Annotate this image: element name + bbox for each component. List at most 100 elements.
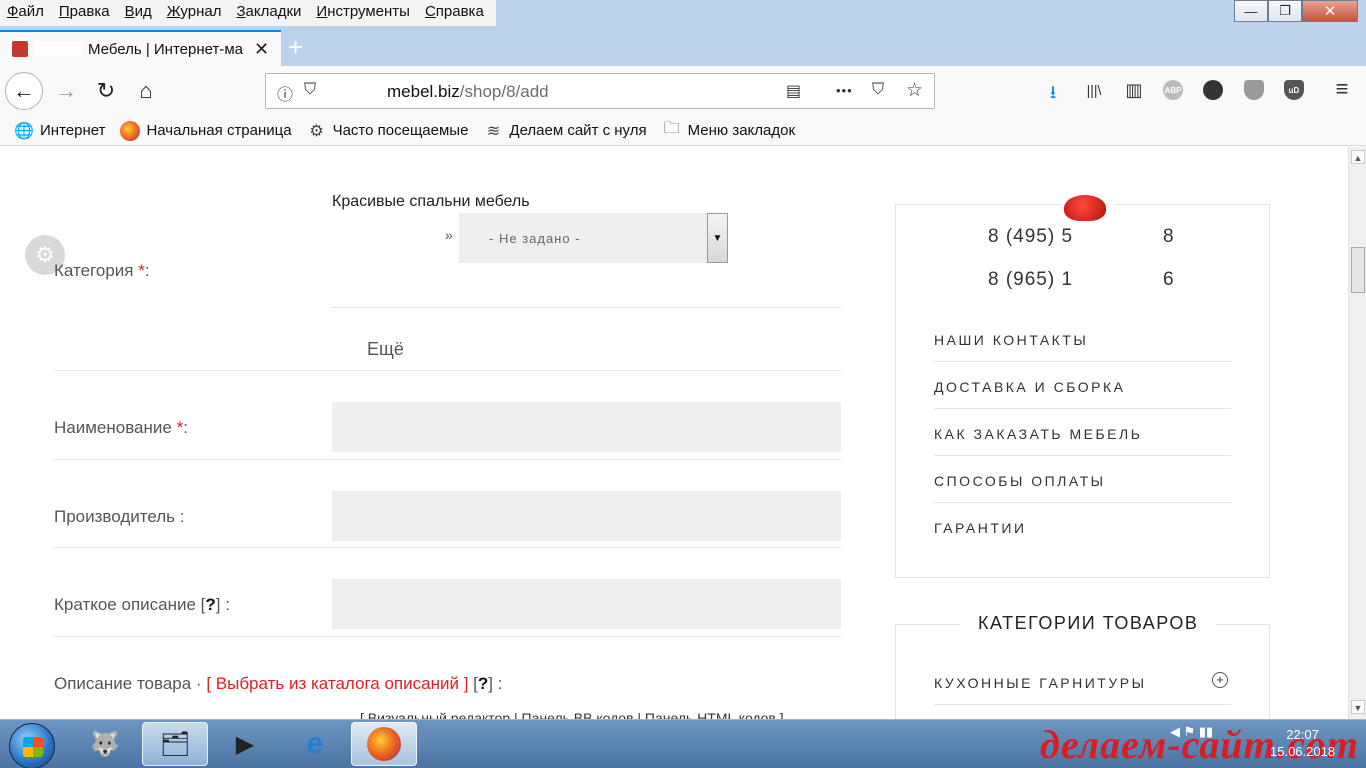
category-item-kitchen[interactable]: КУХОННЫЕ ГАРНИТУРЫ (934, 675, 1146, 691)
divider (54, 636, 841, 637)
menu-file[interactable]: Файл (0, 0, 52, 26)
rss-icon: ≋ (486, 122, 501, 140)
page-content: ⚙ Красивые спальни мебель Категория *: »… (0, 147, 1348, 719)
short-description-label: Краткое описание [?] : (54, 595, 230, 614)
phone-number-2-end: 6 (1163, 269, 1175, 290)
manufacturer-label: Производитель : (54, 507, 185, 526)
back-button[interactable]: ← (5, 72, 43, 110)
bookmark-make-site[interactable]: ≋ Делаем сайт с нуля (483, 121, 647, 141)
extension-dots-icon[interactable] (1203, 80, 1223, 100)
ublock-origin-icon[interactable]: uD (1284, 80, 1304, 100)
media-player-icon[interactable]: ▶ (212, 722, 278, 766)
downloads-icon[interactable]: ⭳ (1041, 80, 1065, 110)
scroll-up-icon[interactable]: ▲ (1351, 150, 1365, 164)
explorer-icon[interactable]: 🗂 (142, 722, 208, 766)
bookmark-star-icon[interactable]: ☆ (906, 79, 923, 102)
bookmarks-toolbar: 🌐 Интернет Начальная страница ⚙ Часто по… (0, 116, 1366, 146)
scroll-thumb[interactable] (1351, 247, 1365, 293)
raquo-separator: » (445, 227, 453, 243)
help-link[interactable]: ? (205, 595, 215, 614)
minimize-button[interactable]: — (1234, 0, 1268, 22)
gimp-icon[interactable]: 🐺 (72, 722, 138, 766)
tab-close-icon[interactable]: ✕ (254, 39, 269, 60)
phone-number-1: 8 (495) 5 (988, 226, 1074, 247)
divider (934, 502, 1231, 503)
close-window-button[interactable]: ✕ (1302, 0, 1358, 22)
tab-strip: Мебель | Интернет-ма ✕ + (0, 26, 1366, 66)
navigation-toolbar: ← → ↻ ⌂ ⓘ ⛉ mebel.biz/shop/8/add ▤ ••• ⛉… (0, 66, 1366, 116)
menu-view[interactable]: Вид (118, 0, 160, 26)
home-button[interactable]: ⌂ (129, 75, 163, 107)
scroll-down-icon[interactable]: ▼ (1351, 700, 1365, 714)
help-link[interactable]: ? (478, 674, 488, 693)
phone-number-2: 8 (965) 1 (988, 269, 1074, 290)
gear-icon: ⚙ (309, 122, 324, 140)
adblock-plus-icon[interactable]: ABP (1163, 80, 1183, 100)
tab-title: Мебель | Интернет-ма (88, 40, 244, 58)
sidebar-link-payment[interactable]: СПОСОБЫ ОПЛАТЫ (934, 473, 1106, 489)
category-current-text: Красивые спальни мебель (332, 193, 530, 210)
sidebar-link-how-to-order[interactable]: КАК ЗАКАЗАТЬ МЕБЕЛЬ (934, 426, 1142, 442)
address-bar[interactable]: ⓘ ⛉ mebel.biz/shop/8/add ▤ ••• ⛉ ☆ (265, 73, 935, 109)
divider (54, 370, 841, 371)
hamburger-menu-icon[interactable]: ≡ (1330, 76, 1354, 102)
new-tab-button[interactable]: + (288, 32, 303, 63)
start-button[interactable] (9, 723, 55, 768)
firefox-icon (120, 120, 141, 141)
choose-from-catalog-link[interactable]: [ Выбрать из каталога описаний ] (206, 674, 468, 693)
short-description-input[interactable] (332, 579, 841, 629)
name-input[interactable] (332, 402, 841, 452)
tracking-shield-icon[interactable]: ⛉ (304, 81, 316, 99)
reader-view-icon[interactable]: ▤ (786, 81, 801, 101)
internet-explorer-icon[interactable]: e (282, 722, 348, 766)
firefox-taskbar-icon[interactable] (351, 722, 417, 766)
globe-icon: 🌐 (14, 122, 34, 140)
folder-icon: 🗀 (663, 120, 680, 137)
privacy-shield-icon[interactable] (1244, 80, 1264, 100)
description-label: Описание товара · [ Выбрать из каталога … (54, 674, 503, 693)
site-info-icon[interactable]: ⓘ (277, 81, 293, 105)
sidebar-link-contacts[interactable]: НАШИ КОНТАКТЫ (934, 332, 1088, 348)
sidebar-toggle-icon[interactable]: ▥ (1122, 80, 1146, 101)
expand-plus-icon[interactable]: + (1212, 672, 1228, 688)
dropdown-arrow-icon[interactable]: ▼ (707, 213, 728, 263)
bookmark-most-visited[interactable]: ⚙ Часто посещаемые (307, 121, 468, 141)
menu-history[interactable]: Журнал (160, 0, 230, 26)
menu-edit[interactable]: Правка (52, 0, 118, 26)
divider (934, 704, 1231, 705)
manufacturer-input[interactable] (332, 491, 841, 541)
restore-button[interactable]: ❐ (1268, 0, 1302, 22)
phone-icon (1060, 193, 1116, 223)
forward-button[interactable]: → (49, 75, 83, 107)
categories-title: КАТЕГОРИИ ТОВАРОВ (960, 613, 1217, 634)
bookmark-menu[interactable]: 🗀 Меню закладок (662, 120, 795, 141)
sidebar-link-warranty[interactable]: ГАРАНТИИ (934, 520, 1027, 536)
tab-blurred-area (34, 42, 82, 56)
pocket-icon[interactable]: ⛉ (872, 81, 884, 99)
menu-help[interactable]: Справка (418, 0, 492, 26)
menu-bookmarks[interactable]: Закладки (229, 0, 309, 26)
clock[interactable]: 22:07 15.06.2018 (1270, 726, 1335, 760)
divider (54, 547, 841, 548)
editor-mode-links[interactable]: [ Визуальный редактор | Панель BB кодов … (360, 710, 784, 719)
browser-tab[interactable]: Мебель | Интернет-ма ✕ (0, 30, 281, 66)
page-scrollbar[interactable]: ▲ ▼ (1348, 147, 1366, 719)
category-select[interactable]: - Не задано - ▼ (459, 213, 728, 263)
library-icon[interactable]: |||\ (1082, 82, 1106, 98)
divider (332, 307, 841, 308)
window-controls: — ❐ ✕ (1234, 0, 1358, 22)
divider (934, 408, 1231, 409)
bookmark-internet[interactable]: 🌐 Интернет (14, 121, 105, 141)
divider (934, 455, 1231, 456)
menu-items: Файл Правка Вид Журнал Закладки Инструме… (0, 0, 496, 26)
required-mark: * (138, 261, 145, 280)
reload-button[interactable]: ↻ (89, 75, 123, 107)
bookmark-start-page[interactable]: Начальная страница (120, 120, 292, 141)
phone-number-1-end: 8 (1163, 226, 1175, 247)
more-link[interactable]: Ещё (367, 339, 404, 360)
windows-taskbar: 🐺 🗂 ▶ e ◀ ⚑ ▮▮ делаем-сайт.com 22:07 15.0… (0, 719, 1366, 768)
windows-logo-icon (23, 737, 43, 757)
sidebar-link-delivery[interactable]: ДОСТАВКА И СБОРКА (934, 379, 1125, 395)
page-actions-icon[interactable]: ••• (836, 83, 853, 98)
menu-tools[interactable]: Инструменты (309, 0, 418, 26)
